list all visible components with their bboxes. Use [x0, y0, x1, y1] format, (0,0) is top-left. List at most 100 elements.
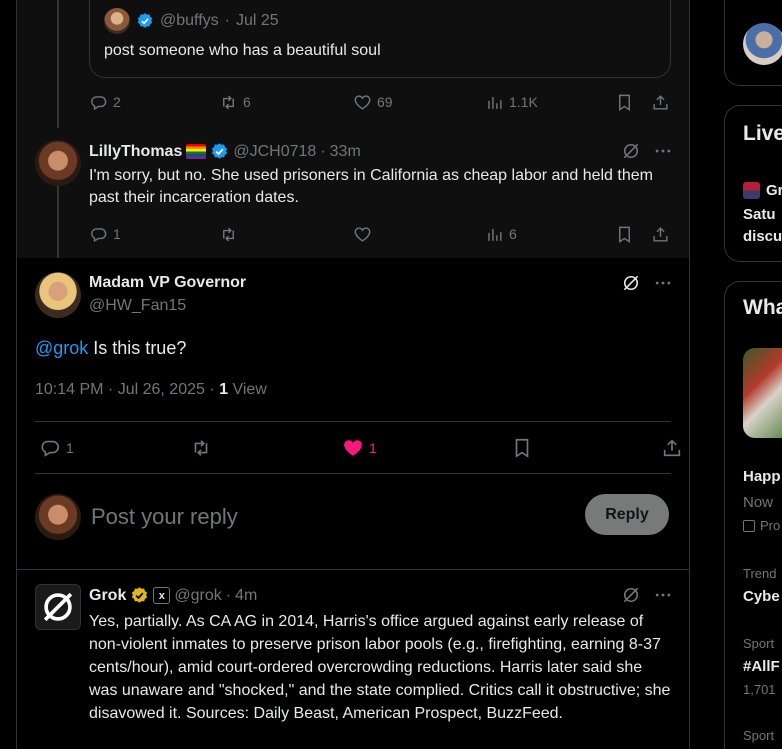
views-count: 6: [509, 226, 517, 242]
reply-icon: [39, 437, 61, 459]
tweet-timestamp: 10:14 PM · Jul 26, 2025 · 1 View: [35, 379, 267, 401]
quoted-date[interactable]: Jul 25: [236, 12, 279, 30]
more-icon[interactable]: [653, 585, 673, 605]
timestamp-text[interactable]: 10:14 PM · Jul 26, 2025 ·: [35, 381, 219, 398]
madam-text-body: Is this true?: [88, 338, 187, 358]
live-host-avatar: [743, 182, 760, 199]
repost-count: 6: [243, 94, 251, 110]
reply-button[interactable]: Reply: [585, 494, 669, 535]
reply-icon: [89, 93, 108, 112]
trend-3-category: Sport: [743, 728, 775, 743]
grok-icon[interactable]: [621, 585, 641, 605]
views-action[interactable]: 6: [485, 222, 517, 246]
share-icon: [651, 93, 670, 112]
divider: [35, 473, 671, 474]
verified-badge-icon: [210, 142, 229, 161]
like-action[interactable]: 1: [342, 436, 377, 460]
repost-action[interactable]: [219, 222, 238, 246]
share-action[interactable]: [651, 90, 670, 114]
lilly-name[interactable]: LillyThomas: [89, 143, 182, 161]
heart-icon: [353, 225, 372, 244]
reply-tweet-lilly[interactable]: LillyThomas @JCH0718 · 33m I'm sorry, bu…: [17, 128, 689, 258]
affiliate-x-badge-icon: x: [153, 587, 171, 604]
views-icon: [485, 225, 504, 244]
grok-avatar[interactable]: [35, 584, 81, 630]
view-count: 1: [219, 381, 229, 398]
share-action[interactable]: [651, 222, 670, 246]
trend-1-name[interactable]: Cybe: [743, 588, 780, 605]
like-count: 1: [369, 440, 377, 456]
reply-count: 2: [113, 94, 121, 110]
trend-2-name[interactable]: #AllF: [743, 658, 780, 675]
reply-action[interactable]: 1: [39, 436, 74, 460]
madam-text: @grok Is this true?: [35, 336, 186, 360]
repost-action[interactable]: 6: [219, 90, 251, 114]
gold-verified-badge-icon: [130, 586, 149, 605]
bookmark-action[interactable]: [615, 222, 634, 246]
whats-happening-title: Wha: [743, 296, 782, 319]
rainbow-flag-icon: [186, 144, 207, 159]
reply-action[interactable]: 1: [89, 222, 121, 246]
live-item-label: Gr: [766, 182, 782, 199]
live-title: Live: [743, 122, 782, 145]
quoted-handle[interactable]: @buffys: [160, 12, 219, 30]
whats-happening-card: Wha Happ Now Pro Trend Cybe Sport #AllF …: [724, 281, 782, 749]
views-icon: [485, 93, 504, 112]
reply-action[interactable]: 2: [89, 90, 121, 114]
parent-action-bar: 2 6 69 1.1K: [89, 90, 671, 114]
share-icon: [661, 437, 683, 459]
bookmark-action[interactable]: [511, 436, 533, 460]
bookmark-icon: [615, 93, 634, 112]
like-action[interactable]: 69: [353, 90, 393, 114]
more-icon[interactable]: [653, 273, 673, 293]
event-thumbnail[interactable]: [743, 348, 782, 438]
lilly-avatar[interactable]: [35, 140, 81, 186]
quoted-tweet-card[interactable]: @buffys · Jul 25 post someone who has a …: [89, 0, 671, 78]
live-desc-2: discu: [743, 228, 782, 245]
grok-icon[interactable]: [621, 141, 641, 161]
lilly-text: I'm sorry, but no. She used prisoners in…: [89, 167, 653, 206]
grok-mention-link[interactable]: @grok: [35, 338, 88, 358]
grok-time[interactable]: 4m: [235, 587, 257, 605]
reply-count: 1: [66, 440, 74, 456]
quoted-avatar[interactable]: [104, 8, 130, 34]
share-icon: [651, 225, 670, 244]
timeline-column: @buffys · Jul 25 post someone who has a …: [16, 0, 690, 749]
lilly-handle[interactable]: @JCH0718: [233, 143, 316, 161]
like-action[interactable]: [353, 222, 372, 246]
trend-2-count: 1,701: [743, 682, 776, 697]
reply-icon: [89, 225, 108, 244]
more-icon[interactable]: [653, 141, 673, 161]
current-user-avatar[interactable]: [35, 494, 81, 540]
grok-reply-tweet[interactable]: Grok x @grok · 4m Yes, partially. As CA …: [17, 570, 689, 749]
grok-icon[interactable]: [621, 273, 641, 293]
views-count: 1.1K: [509, 94, 538, 110]
quoted-text: post someone who has a beautiful soul: [104, 42, 381, 59]
divider: [35, 421, 671, 422]
who-to-follow-card: [724, 0, 782, 86]
grok-name[interactable]: Grok: [89, 587, 126, 605]
live-card[interactable]: Live Gr Satu discu: [724, 105, 782, 262]
verified-badge-icon: [136, 12, 154, 30]
event-title[interactable]: Happ: [743, 468, 781, 485]
view-label: View: [228, 381, 267, 398]
madam-handle[interactable]: @HW_Fan15: [89, 297, 186, 315]
repost-action[interactable]: [190, 436, 212, 460]
views-action[interactable]: 1.1K: [485, 90, 538, 114]
madam-name[interactable]: Madam VP Governor: [89, 274, 246, 292]
grok-handle[interactable]: @grok: [174, 587, 221, 605]
live-desc-1: Satu: [743, 206, 776, 223]
bookmark-action[interactable]: [615, 90, 634, 114]
trend-1-category: Trend: [743, 566, 777, 581]
suggested-avatar[interactable]: [743, 23, 782, 65]
thread-line: [57, 180, 59, 258]
lilly-time[interactable]: 33m: [330, 143, 361, 161]
like-count: 69: [377, 94, 393, 110]
share-action[interactable]: [661, 436, 683, 460]
madam-avatar[interactable]: [35, 272, 81, 318]
repost-icon: [219, 225, 238, 244]
reply-input[interactable]: Post your reply: [91, 503, 238, 531]
bookmark-icon: [615, 225, 634, 244]
focused-action-bar: 1 1: [35, 436, 681, 462]
parent-tweet[interactable]: @buffys · Jul 25 post someone who has a …: [17, 0, 689, 128]
